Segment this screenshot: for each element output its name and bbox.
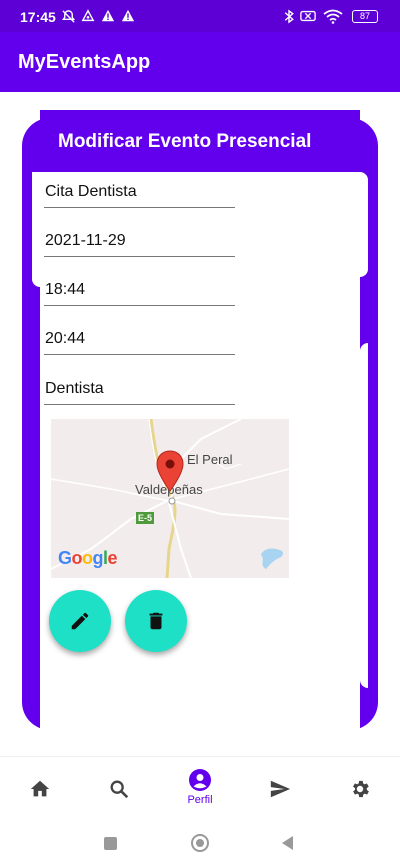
event-date-field[interactable]: 2021-11-29 xyxy=(44,227,235,257)
frame-lobe-top xyxy=(360,172,368,277)
svg-text:Google: Google xyxy=(58,548,118,568)
frame-lobe-left xyxy=(32,172,40,287)
nav-search[interactable] xyxy=(89,757,149,817)
event-date-value: 2021-11-29 xyxy=(45,232,126,249)
status-bar: 17:45 87 xyxy=(0,0,400,32)
warning-icon xyxy=(120,8,136,24)
home-system-button[interactable] xyxy=(191,834,209,852)
nav-profile[interactable]: Perfil xyxy=(170,757,230,817)
bottom-navigation: Perfil xyxy=(0,756,400,816)
end-time-field[interactable]: 20:44 xyxy=(44,325,235,355)
settings-icon xyxy=(348,777,372,801)
nav-send[interactable] xyxy=(250,757,310,817)
nav-profile-label: Perfil xyxy=(187,794,213,806)
alert-icon xyxy=(100,8,116,24)
map-pin-icon xyxy=(156,450,184,492)
event-name-field[interactable]: Cita Dentista xyxy=(44,178,235,208)
back-button[interactable] xyxy=(282,836,293,850)
card-header: Modificar Evento Presencial xyxy=(40,110,360,172)
nav-home[interactable] xyxy=(10,757,70,817)
profile-icon xyxy=(188,768,212,792)
description-field[interactable]: Dentista xyxy=(44,375,235,405)
nav-settings[interactable] xyxy=(330,757,390,817)
send-icon xyxy=(268,777,292,801)
road-label: E-5 xyxy=(137,513,152,523)
pencil-icon xyxy=(71,612,89,630)
event-name-value: Cita Dentista xyxy=(45,183,137,200)
app-bar: MyEventsApp xyxy=(0,32,400,92)
app-title: MyEventsApp xyxy=(18,51,151,73)
location-map[interactable]: E-5 El Peral Valdepeñas Google xyxy=(51,419,289,578)
start-time-field[interactable]: 18:44 xyxy=(44,276,235,306)
end-time-value: 20:44 xyxy=(45,330,86,347)
do-not-disturb-icon xyxy=(60,8,76,24)
system-navigation xyxy=(0,816,400,867)
recents-button[interactable] xyxy=(104,837,117,850)
no-sim-icon xyxy=(300,8,316,24)
description-value: Dentista xyxy=(45,380,104,397)
delete-button[interactable] xyxy=(125,590,187,652)
frame-lobe-bottom xyxy=(360,343,368,688)
status-time: 17:45 xyxy=(20,9,56,25)
home-icon xyxy=(28,777,52,801)
search-icon xyxy=(107,777,131,801)
trash-icon xyxy=(149,612,163,630)
sync-icon xyxy=(80,8,96,24)
start-time-value: 18:44 xyxy=(45,281,86,298)
bluetooth-icon xyxy=(281,8,297,24)
wifi-icon xyxy=(323,8,343,24)
battery-indicator: 87 xyxy=(352,10,378,23)
map-label-el-peral: El Peral xyxy=(187,452,233,467)
card-title: Modificar Evento Presencial xyxy=(58,131,312,152)
edit-button[interactable] xyxy=(49,590,111,652)
